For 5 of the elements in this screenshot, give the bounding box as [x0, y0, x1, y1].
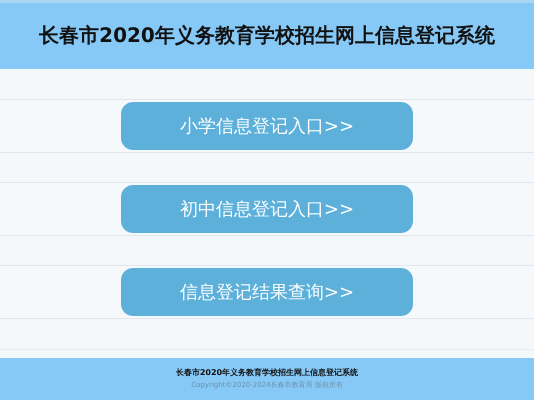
entry-button[interactable]: 信息登记结果查询>> — [121, 268, 413, 316]
page-title: 长春市2020年义务教育学校招生网上信息登记系统 — [39, 22, 495, 50]
footer-title: 长春市2020年义务教育学校招生网上信息登记系统 — [176, 367, 358, 378]
entry-button[interactable]: 小学信息登记入口>> — [121, 102, 413, 150]
entry-button[interactable]: 初中信息登记入口>> — [121, 184, 413, 233]
